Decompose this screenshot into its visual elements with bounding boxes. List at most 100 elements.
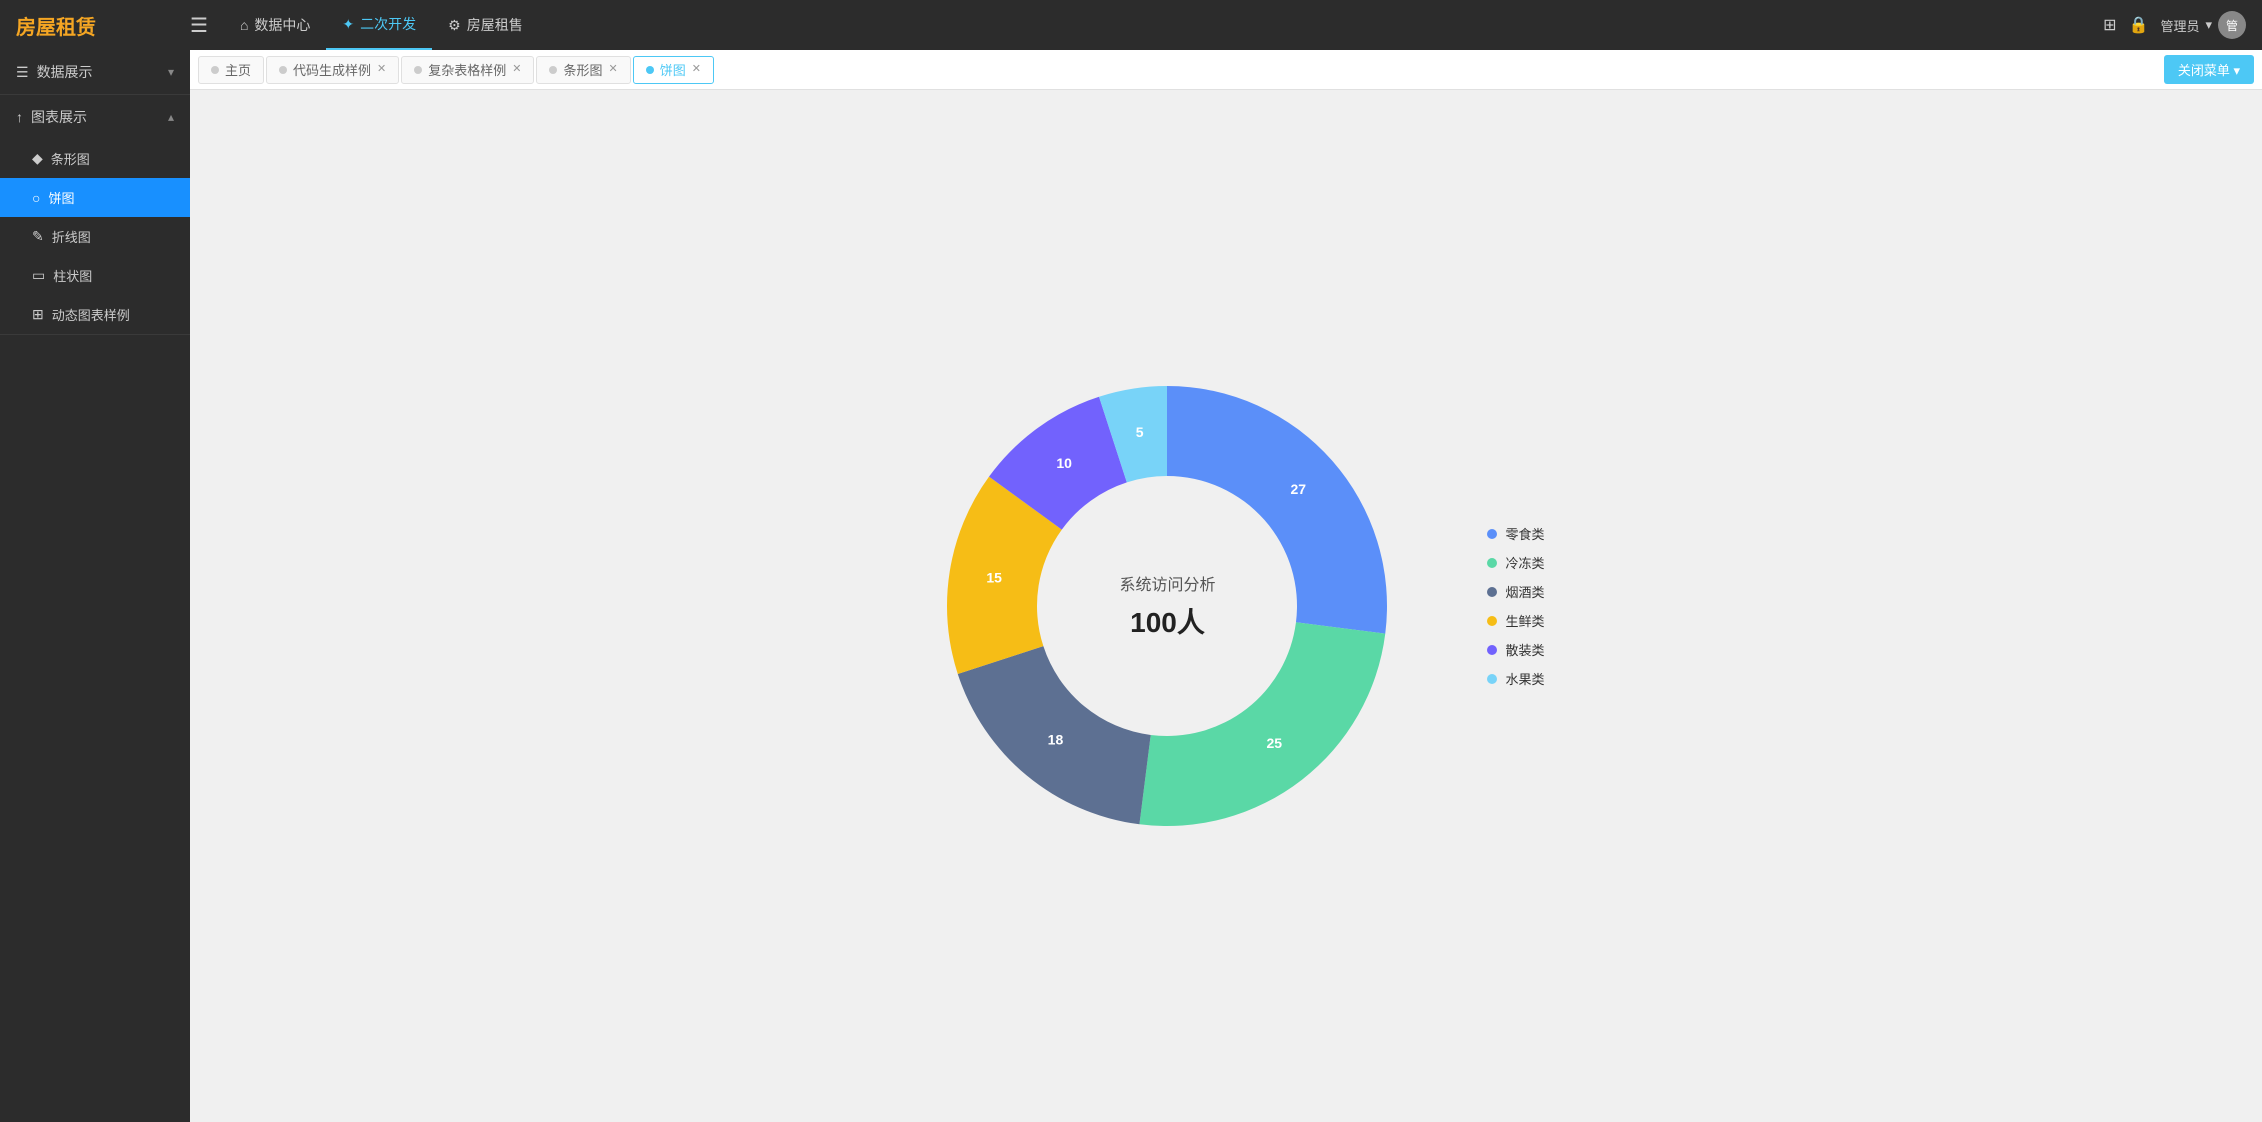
nav-label-house-rental: 房屋租售 [467, 15, 523, 35]
legend-item-frozen: 冷冻类 [1487, 553, 1544, 572]
segment-snack [1167, 386, 1387, 634]
legend-dot-fruit [1487, 674, 1497, 684]
item-icon-dynamic: ⊞ [32, 306, 44, 323]
group-icon-data-display: ☰ [16, 64, 29, 81]
tab-label-code-gen: 代码生成样例 [293, 60, 371, 79]
hamburger-icon[interactable]: ☰ [190, 13, 208, 38]
segment-label-snack: 27 [1291, 481, 1307, 497]
group-icon-chart-display: ↑ [16, 109, 23, 125]
legend-dot-snack [1487, 529, 1497, 539]
user-dropdown-icon: ▾ [2205, 17, 2212, 33]
legend-dot-frozen [1487, 558, 1497, 568]
legend-item-tobacco: 烟酒类 [1487, 582, 1544, 601]
legend-item-bulk: 散装类 [1487, 640, 1544, 659]
user-menu[interactable]: 管理员 ▾ 管 [2160, 11, 2246, 39]
header: 房屋租赁 ☰ ⌂ 数据中心 ✦ 二次开发 ⚙ 房屋租售 ⊞ 🔒 管理员 ▾ 管 [0, 0, 2262, 50]
app-logo: 房屋租赁 [16, 11, 96, 40]
nav-tab-house-rental[interactable]: ⚙ 房屋租售 [432, 0, 539, 50]
page-tab-bar-chart[interactable]: 条形图 ✕ [536, 56, 630, 84]
nav-label-second-dev: 二次开发 [360, 14, 416, 34]
page-tab-home[interactable]: 主页 [198, 56, 264, 84]
segment-label-fruit: 5 [1136, 424, 1144, 440]
legend-label-snack: 零食类 [1505, 524, 1544, 543]
legend-item-fresh: 生鲜类 [1487, 611, 1544, 630]
tab-close-bar-chart[interactable]: ✕ [609, 64, 618, 75]
legend-label-bulk: 散装类 [1505, 640, 1544, 659]
tab-close-pie-chart[interactable]: ✕ [692, 64, 701, 75]
page-tab-code-gen[interactable]: 代码生成样例 ✕ [266, 56, 399, 84]
tab-label-complex-table: 复杂表格样例 [428, 60, 506, 79]
item-icon-column: ▭ [32, 267, 45, 284]
tab-label-pie-chart: 饼图 [660, 60, 686, 79]
page-tabs-right: 关闭菜单 ▾ [2164, 55, 2254, 84]
group-label-data-display: 数据展示 [37, 62, 93, 82]
legend-label-fruit: 水果类 [1505, 669, 1544, 688]
segment-label-frozen: 25 [1267, 735, 1283, 751]
page-tab-pie-chart[interactable]: 饼图 ✕ [633, 56, 714, 84]
header-right: ⊞ 🔒 管理员 ▾ 管 [2087, 11, 2262, 39]
sidebar: ☰ 数据展示 ▾ ↑ 图表展示 ▴ ◆ 条形图 ○ 饼图 ✎ 折线图 ▭ 柱状图 ⊞ 动态图表样例 [0, 50, 190, 1122]
item-icon-bar: ◆ [32, 150, 43, 167]
nav-label-data-center: 数据中心 [254, 15, 310, 35]
tab-dot-home [211, 66, 219, 74]
legend-dot-bulk [1487, 645, 1497, 655]
segment-frozen [1140, 622, 1386, 826]
avatar: 管 [2218, 11, 2246, 39]
sidebar-item-pie[interactable]: ○ 饼图 [0, 178, 190, 217]
legend-label-frozen: 冷冻类 [1505, 553, 1544, 572]
page-tab-complex-table[interactable]: 复杂表格样例 ✕ [401, 56, 534, 84]
sidebar-group-header-data-display[interactable]: ☰ 数据展示 ▾ [0, 50, 190, 94]
sidebar-item-dynamic[interactable]: ⊞ 动态图表样例 [0, 295, 190, 334]
sidebar-group-header-chart-display[interactable]: ↑ 图表展示 ▴ [0, 95, 190, 139]
item-label-column: 柱状图 [53, 266, 92, 285]
page-tabs-bar: 主页 代码生成样例 ✕ 复杂表格样例 ✕ 条形图 ✕ 饼图 ✕ 关闭菜单 ▾ [190, 50, 2262, 90]
username: 管理员 [2160, 16, 2199, 35]
segment-label-fresh: 15 [987, 569, 1003, 585]
sidebar-item-bar[interactable]: ◆ 条形图 [0, 139, 190, 178]
segment-label-tobacco: 18 [1048, 732, 1064, 748]
nav-icon-data-center: ⌂ [240, 17, 248, 33]
nav-tab-second-dev[interactable]: ✦ 二次开发 [326, 0, 432, 50]
nav-icon-second-dev: ✦ [342, 16, 354, 33]
nav-tab-data-center[interactable]: ⌂ 数据中心 [224, 0, 326, 50]
chart-legend: 零食类冷冻类烟酒类生鲜类散装类水果类 [1487, 524, 1544, 688]
sidebar-group-chart-display: ↑ 图表展示 ▴ ◆ 条形图 ○ 饼图 ✎ 折线图 ▭ 柱状图 ⊞ 动态图表样例 [0, 95, 190, 335]
legend-label-tobacco: 烟酒类 [1505, 582, 1544, 601]
item-label-dynamic: 动态图表样例 [52, 305, 130, 324]
tab-dot-bar-chart [549, 66, 557, 74]
nav-icon-house-rental: ⚙ [448, 17, 461, 34]
legend-item-fruit: 水果类 [1487, 669, 1544, 688]
tab-label-home: 主页 [225, 60, 251, 79]
item-icon-line: ✎ [32, 228, 44, 245]
donut-svg: 27 25 18 15 10 5 [907, 346, 1427, 866]
tab-close-code-gen[interactable]: ✕ [377, 64, 386, 75]
logo-area: 房屋租赁 [0, 0, 190, 50]
group-arrow-data-display: ▾ [168, 65, 174, 79]
lock-icon: 🔒 [2129, 15, 2149, 35]
item-label-pie: 饼图 [48, 188, 74, 207]
main-content: 27251815105 系统访问分析 100人 零食类冷冻类烟酒类生鲜类散装类水… [190, 90, 2262, 1122]
legend-label-fresh: 生鲜类 [1505, 611, 1544, 630]
header-nav: ⌂ 数据中心 ✦ 二次开发 ⚙ 房屋租售 [224, 0, 2087, 50]
tab-close-complex-table[interactable]: ✕ [512, 64, 521, 75]
sidebar-item-column[interactable]: ▭ 柱状图 [0, 256, 190, 295]
sidebar-group-data-display: ☰ 数据展示 ▾ [0, 50, 190, 95]
item-label-line: 折线图 [52, 227, 91, 246]
legend-dot-fresh [1487, 616, 1497, 626]
group-label-chart-display: 图表展示 [31, 107, 87, 127]
sidebar-item-line[interactable]: ✎ 折线图 [0, 217, 190, 256]
tab-dot-code-gen [279, 66, 287, 74]
chart-container: 27251815105 系统访问分析 100人 零食类冷冻类烟酒类生鲜类散装类水… [190, 90, 2262, 1122]
legend-item-snack: 零食类 [1487, 524, 1544, 543]
close-menu-button[interactable]: 关闭菜单 ▾ [2164, 55, 2254, 84]
grid-icon[interactable]: ⊞ [2103, 15, 2116, 35]
legend-dot-tobacco [1487, 587, 1497, 597]
donut-chart: 27251815105 系统访问分析 100人 [907, 346, 1427, 866]
tab-dot-pie-chart [646, 66, 654, 74]
group-arrow-chart-display: ▴ [168, 110, 174, 124]
segment-label-bulk: 10 [1057, 455, 1073, 471]
tab-label-bar-chart: 条形图 [563, 60, 602, 79]
item-icon-pie: ○ [32, 190, 40, 206]
tab-dot-complex-table [414, 66, 422, 74]
item-label-bar: 条形图 [51, 149, 90, 168]
